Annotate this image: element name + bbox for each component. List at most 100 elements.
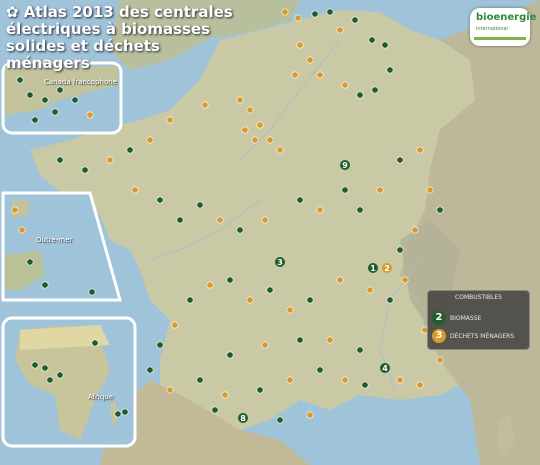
dechets-plant-marker[interactable] bbox=[246, 296, 254, 304]
biomasse-plant-marker[interactable] bbox=[56, 156, 64, 164]
dechets-plant-marker[interactable] bbox=[276, 146, 284, 154]
biomasse-plant-marker[interactable] bbox=[126, 146, 134, 154]
biomasse-plant-marker[interactable] bbox=[256, 386, 264, 394]
biomasse-plant-marker[interactable] bbox=[156, 341, 164, 349]
dechets-plant-marker[interactable] bbox=[146, 136, 154, 144]
biomasse-plant-marker[interactable] bbox=[121, 408, 129, 416]
biomasse-plant-marker[interactable] bbox=[316, 366, 324, 374]
biomasse-plant-marker[interactable] bbox=[56, 86, 64, 94]
dechets-plant-marker[interactable] bbox=[286, 376, 294, 384]
dechets-plant-marker[interactable] bbox=[306, 56, 314, 64]
biomasse-plant-marker[interactable] bbox=[41, 96, 49, 104]
dechets-plant-marker[interactable] bbox=[206, 281, 214, 289]
biomasse-plant-marker[interactable] bbox=[356, 206, 364, 214]
dechets-plant-marker[interactable] bbox=[306, 411, 314, 419]
dechets-plant-marker[interactable] bbox=[246, 106, 254, 114]
biomasse-plant-marker[interactable] bbox=[51, 108, 59, 116]
biomasse-plant-marker[interactable] bbox=[386, 296, 394, 304]
dechets-plant-marker[interactable] bbox=[216, 216, 224, 224]
dechets-plant-marker[interactable] bbox=[326, 336, 334, 344]
biomasse-plant-marker[interactable] bbox=[146, 366, 154, 374]
biomasse-plant-marker[interactable] bbox=[186, 296, 194, 304]
dechets-plant-marker[interactable] bbox=[366, 286, 374, 294]
biomasse-plant-marker[interactable] bbox=[368, 36, 376, 44]
bioenergie-logo[interactable]: bioenergie international bbox=[470, 8, 536, 46]
biomasse-plant-marker[interactable] bbox=[16, 76, 24, 84]
dechets-plant-marker[interactable] bbox=[336, 26, 344, 34]
biomasse-plant-marker[interactable] bbox=[71, 96, 79, 104]
dechets-plant-marker[interactable] bbox=[286, 306, 294, 314]
biomasse-plant-marker[interactable] bbox=[386, 66, 394, 74]
dechets-plant-marker[interactable] bbox=[336, 276, 344, 284]
dechets-plant-marker[interactable] bbox=[86, 111, 94, 119]
dechets-plant-marker[interactable] bbox=[236, 96, 244, 104]
dechets-plant-marker[interactable] bbox=[411, 226, 419, 234]
biomasse-plant-marker[interactable] bbox=[306, 296, 314, 304]
dechets-plant-marker[interactable] bbox=[251, 136, 259, 144]
biomasse-plant-marker[interactable] bbox=[31, 361, 39, 369]
biomasse-plant-marker[interactable] bbox=[176, 216, 184, 224]
biomasse-plant-marker[interactable] bbox=[276, 416, 284, 424]
biomasse-plant-marker[interactable] bbox=[356, 346, 364, 354]
biomasse-plant-marker[interactable] bbox=[436, 206, 444, 214]
dechets-plant-marker[interactable] bbox=[171, 321, 179, 329]
dechets-plant-marker[interactable] bbox=[416, 381, 424, 389]
biomasse-plant-marker[interactable] bbox=[26, 258, 34, 266]
biomasse-plant-marker[interactable] bbox=[266, 286, 274, 294]
biomasse-plant-marker[interactable] bbox=[41, 281, 49, 289]
dechets-plant-marker[interactable] bbox=[166, 386, 174, 394]
biomasse-plant-marker[interactable] bbox=[371, 86, 379, 94]
dechets-plant-marker[interactable] bbox=[436, 356, 444, 364]
biomasse-plant-marker[interactable] bbox=[361, 381, 369, 389]
biomasse-plant-marker[interactable] bbox=[46, 376, 54, 384]
dechets-plant-marker[interactable] bbox=[396, 376, 404, 384]
biomasse-plant-marker[interactable] bbox=[341, 186, 349, 194]
biomasse-plant-marker[interactable] bbox=[41, 364, 49, 372]
biomasse-plant-marker[interactable] bbox=[114, 410, 122, 418]
biomasse-plant-marker[interactable] bbox=[396, 246, 404, 254]
dechets-plant-marker[interactable] bbox=[281, 8, 289, 16]
biomasse-plant-marker[interactable] bbox=[396, 156, 404, 164]
dechets-plant-marker[interactable] bbox=[266, 136, 274, 144]
biomasse-plant-marker[interactable] bbox=[311, 10, 319, 18]
dechets-plant-marker[interactable] bbox=[18, 226, 26, 234]
biomasse-plant-marker[interactable] bbox=[196, 201, 204, 209]
biomasse-plant-marker[interactable] bbox=[381, 41, 389, 49]
biomasse-plant-marker[interactable] bbox=[196, 376, 204, 384]
biomasse-plant-marker[interactable] bbox=[226, 276, 234, 284]
biomasse-plant-marker[interactable] bbox=[296, 196, 304, 204]
biomasse-plant-marker[interactable] bbox=[211, 406, 219, 414]
dechets-plant-marker[interactable] bbox=[106, 156, 114, 164]
dechets-plant-marker[interactable] bbox=[131, 186, 139, 194]
dechets-plant-marker[interactable] bbox=[221, 391, 229, 399]
biomasse-plant-marker[interactable] bbox=[326, 8, 334, 16]
dechets-plant-marker[interactable] bbox=[201, 101, 209, 109]
biomasse-plant-marker[interactable] bbox=[31, 116, 39, 124]
dechets-plant-marker[interactable] bbox=[261, 216, 269, 224]
dechets-plant-marker[interactable] bbox=[426, 186, 434, 194]
dechets-plant-marker[interactable] bbox=[416, 146, 424, 154]
biomasse-plant-marker[interactable] bbox=[91, 339, 99, 347]
biomasse-plant-marker[interactable] bbox=[296, 336, 304, 344]
dechets-plant-marker[interactable] bbox=[341, 376, 349, 384]
biomasse-plant-marker[interactable] bbox=[81, 166, 89, 174]
dechets-plant-marker[interactable] bbox=[166, 116, 174, 124]
biomasse-plant-marker[interactable] bbox=[88, 288, 96, 296]
dechets-plant-marker[interactable] bbox=[294, 14, 302, 22]
dechets-plant-marker[interactable] bbox=[376, 186, 384, 194]
biomasse-plant-marker[interactable] bbox=[56, 371, 64, 379]
biomasse-plant-marker[interactable] bbox=[236, 226, 244, 234]
biomasse-plant-marker[interactable] bbox=[26, 91, 34, 99]
dechets-plant-marker[interactable] bbox=[241, 126, 249, 134]
biomasse-plant-marker[interactable] bbox=[351, 16, 359, 24]
dechets-plant-marker[interactable] bbox=[256, 121, 264, 129]
dechets-plant-marker[interactable] bbox=[296, 41, 304, 49]
dechets-plant-marker[interactable] bbox=[401, 276, 409, 284]
dechets-plant-marker[interactable] bbox=[316, 206, 324, 214]
dechets-plant-marker[interactable] bbox=[316, 71, 324, 79]
dechets-plant-marker[interactable] bbox=[11, 206, 19, 214]
biomasse-plant-marker[interactable] bbox=[156, 196, 164, 204]
dechets-plant-marker[interactable] bbox=[341, 81, 349, 89]
dechets-plant-marker[interactable] bbox=[261, 341, 269, 349]
biomasse-plant-marker[interactable] bbox=[356, 91, 364, 99]
